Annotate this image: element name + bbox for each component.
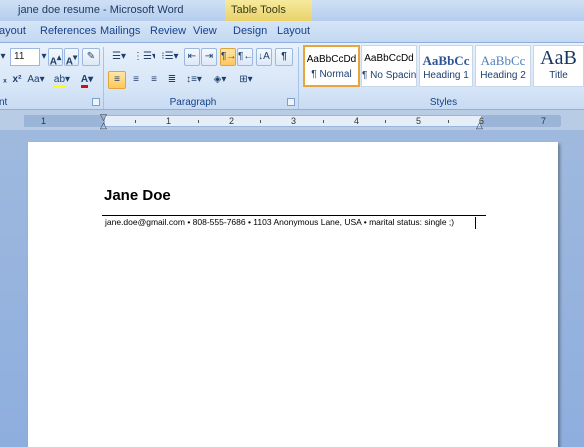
align-center-icon[interactable]: ≡ xyxy=(127,71,145,89)
bullets-icon[interactable]: ☰▾ xyxy=(108,48,130,66)
style-normal[interactable]: AaBbCcDd ¶ Normal xyxy=(303,45,360,87)
ruler-tick xyxy=(260,120,261,123)
ribbon-tabs: ayout References Mailings Review View De… xyxy=(0,21,584,43)
align-right-icon[interactable]: ≡ xyxy=(145,71,163,89)
font-group-label: nt xyxy=(0,97,8,108)
styles-group-label: Styles xyxy=(429,97,458,108)
tab-design[interactable]: Design xyxy=(233,25,267,37)
show-formatting-marks-icon[interactable]: ¶ xyxy=(275,48,293,66)
window-title: jane doe resume - Microsoft Word xyxy=(18,4,184,16)
multilevel-list-icon[interactable]: ⁝☰▾ xyxy=(158,48,182,66)
style-preview: AaB xyxy=(540,47,577,69)
sort-icon[interactable]: ↓A xyxy=(256,48,272,66)
group-separator xyxy=(103,47,104,109)
font-size-dropdown-icon[interactable]: ▾ xyxy=(40,48,48,66)
style-name: Title xyxy=(549,70,568,81)
subscript-icon[interactable]: ₓ xyxy=(0,71,10,89)
text-highlight-icon[interactable]: ab▾ xyxy=(50,71,74,89)
style-preview: AaBbCcDd xyxy=(364,53,414,64)
superscript-icon[interactable]: x² xyxy=(10,71,24,89)
left-to-right-icon[interactable]: ¶→ xyxy=(220,48,236,66)
ruler-tick xyxy=(448,120,449,123)
group-separator xyxy=(298,47,299,109)
shading-icon[interactable]: ◈▾ xyxy=(208,71,232,89)
change-case-icon[interactable]: Aa▾ xyxy=(26,71,46,89)
ruler-number: 7 xyxy=(541,116,547,126)
font-dialog-launcher-icon[interactable] xyxy=(92,98,100,106)
ruler-tick xyxy=(385,120,386,123)
resume-name[interactable]: Jane Doe xyxy=(104,187,171,204)
table-border-line xyxy=(102,215,486,216)
document-page[interactable]: Jane Doe jane.doe@gmail.com • 808-555-76… xyxy=(28,142,558,447)
ruler-number: 3 xyxy=(291,116,297,126)
style-name: ¶ No Spacing xyxy=(362,70,417,81)
shrink-font-icon[interactable]: A▾ xyxy=(64,48,79,66)
ruler-number: 4 xyxy=(354,116,360,126)
tab-layout[interactable]: Layout xyxy=(277,25,310,37)
style-preview: AaBbCcDd xyxy=(306,54,357,65)
ribbon: ▾ 11 ▾ A▴ A▾ ✎ ₓ x² Aa▾ ab▾ A▾ nt ☰▾ ⋮☰▾… xyxy=(0,43,584,110)
text-cursor xyxy=(475,217,476,229)
font-color-icon[interactable]: A▾ xyxy=(76,71,98,89)
ruler-tick xyxy=(135,120,136,123)
right-to-left-icon[interactable]: ¶← xyxy=(237,48,253,66)
table-tools-context-tab: Table Tools xyxy=(225,0,312,21)
resume-contact-line[interactable]: jane.doe@gmail.com • 808-555-7686 • 1103… xyxy=(105,217,454,227)
numbering-icon[interactable]: ⋮☰▾ xyxy=(132,48,156,66)
font-name-dropdown-icon[interactable]: ▾ xyxy=(0,48,8,66)
align-left-icon[interactable]: ≡ xyxy=(108,71,126,89)
style-heading-1[interactable]: AaBbCc Heading 1 xyxy=(419,45,473,87)
style-name: Heading 1 xyxy=(423,70,469,81)
increase-indent-icon[interactable]: ⇥ xyxy=(201,48,217,66)
style-preview: AaBbCc xyxy=(480,53,526,68)
ruler-number: 2 xyxy=(229,116,235,126)
borders-icon[interactable]: ⊞▾ xyxy=(234,71,258,89)
tab-references[interactable]: References xyxy=(40,25,96,37)
tab-review[interactable]: Review xyxy=(150,25,186,37)
style-name: Heading 2 xyxy=(480,70,526,81)
decrease-indent-icon[interactable]: ⇤ xyxy=(184,48,200,66)
ruler-tick xyxy=(198,120,199,123)
tab-mailings[interactable]: Mailings xyxy=(100,25,140,37)
style-preview: AaBbCc xyxy=(422,53,470,68)
ruler-tick xyxy=(323,120,324,123)
document-area: Jane Doe jane.doe@gmail.com • 808-555-76… xyxy=(0,130,584,447)
style-heading-2[interactable]: AaBbCc Heading 2 xyxy=(475,45,531,87)
style-no-spacing[interactable]: AaBbCcDd ¶ No Spacing xyxy=(361,45,417,87)
grow-font-icon[interactable]: A▴ xyxy=(48,48,63,66)
ruler-number: 1 xyxy=(166,116,172,126)
line-spacing-icon[interactable]: ↕≡▾ xyxy=(183,71,205,89)
justify-icon[interactable]: ≣ xyxy=(163,71,181,89)
ruler-area: 1 1 2 3 4 5 6 7 ▽ △ △ xyxy=(0,111,584,130)
ruler-number: 5 xyxy=(416,116,422,126)
ruler-left-margin xyxy=(25,116,105,126)
style-title[interactable]: AaB Title xyxy=(533,45,584,87)
horizontal-ruler[interactable]: 1 1 2 3 4 5 6 7 ▽ △ △ xyxy=(24,112,561,130)
clear-formatting-icon[interactable]: ✎ xyxy=(82,48,100,66)
paragraph-dialog-launcher-icon[interactable] xyxy=(287,98,295,106)
ruler-right-margin xyxy=(481,116,561,126)
title-bar: jane doe resume - Microsoft Word Table T… xyxy=(0,0,584,21)
tab-page-layout[interactable]: ayout xyxy=(0,25,26,37)
style-name: ¶ Normal xyxy=(311,69,352,80)
ruler-number: 1 xyxy=(41,116,47,126)
font-size-combo[interactable]: 11 xyxy=(10,48,40,66)
tab-view[interactable]: View xyxy=(193,25,217,37)
paragraph-group-label: Paragraph xyxy=(169,97,217,108)
